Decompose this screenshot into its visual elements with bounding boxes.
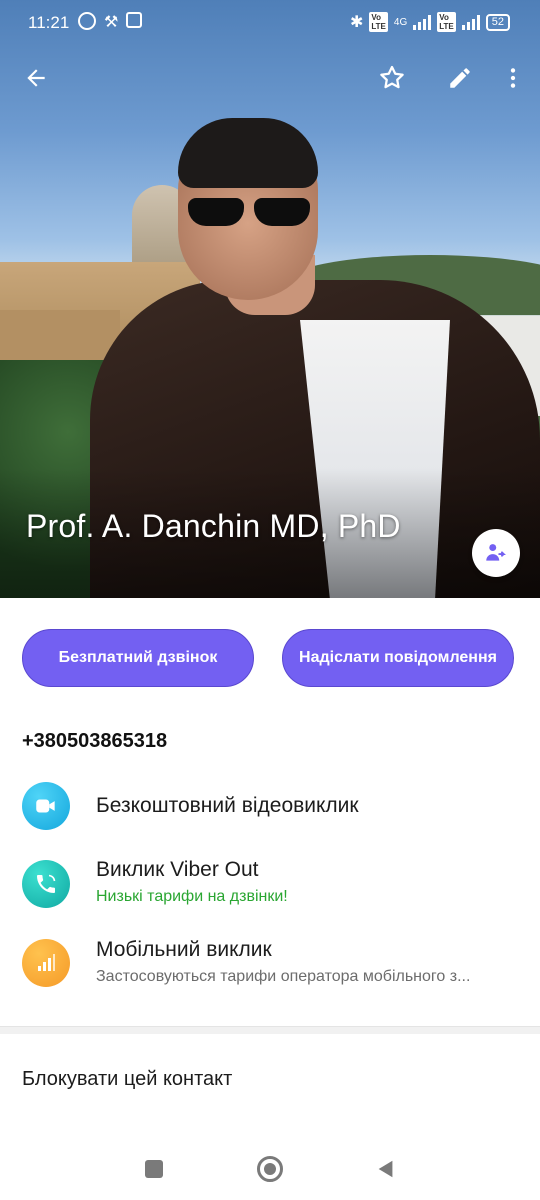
signal-icon — [413, 14, 432, 30]
phone-number[interactable]: +380503865318 — [22, 730, 167, 753]
share-contact-button[interactable] — [472, 529, 520, 577]
favorite-button[interactable] — [372, 58, 412, 98]
alarm-icon — [78, 12, 96, 30]
status-bar: 11:21 ⚒ ✱ Vo LTE 4G Vo LTE 52 — [0, 0, 540, 48]
upload-icon — [126, 12, 143, 28]
video-call-icon-circle — [22, 782, 70, 830]
video-call-title: Безкоштовний відеовиклик — [96, 794, 359, 817]
viber-out-subtitle: Низькі тарифи на дзвінки! — [96, 888, 288, 905]
status-time: 11:21 — [28, 13, 70, 32]
system-nav-bar — [0, 1134, 540, 1200]
bluetooth-icon: ✱ — [349, 14, 364, 31]
network-type: 4G — [393, 16, 408, 28]
video-camera-icon — [36, 799, 55, 813]
more-options-button[interactable] — [493, 58, 533, 98]
photo-person-hair — [178, 118, 318, 188]
mobile-call-option[interactable]: Мобільний виклик Застосовуються тарифи о… — [0, 936, 540, 1006]
phone-icon — [37, 874, 56, 893]
mobile-call-icon-circle — [22, 939, 70, 987]
battery-indicator: 52 — [485, 13, 510, 31]
recent-apps-button[interactable] — [139, 1154, 169, 1184]
back-button[interactable] — [16, 58, 56, 98]
square-icon — [145, 1160, 163, 1178]
viber-out-title: Виклик Viber Out — [96, 858, 259, 881]
mobile-call-subtitle: Застосовуються тарифи оператора мобільно… — [96, 968, 471, 985]
home-circle-icon — [257, 1156, 283, 1182]
contact-name: Prof. A. Danchin MD, PhD — [26, 508, 401, 544]
viber-out-icon-circle — [22, 860, 70, 908]
pencil-icon — [450, 68, 470, 88]
star-icon — [380, 65, 404, 89]
more-vertical-icon — [510, 68, 516, 88]
viber-out-option[interactable]: Виклик Viber Out Низькі тарифи на дзвінк… — [0, 856, 540, 926]
arrow-left-icon — [27, 69, 45, 87]
bird-icon: ⚒ — [104, 14, 119, 31]
triangle-back-icon — [378, 1160, 393, 1178]
section-divider — [0, 1026, 540, 1034]
home-button[interactable] — [255, 1154, 285, 1184]
status-left-icons: ⚒ — [78, 12, 143, 32]
volte-icon: Vo LTE — [369, 12, 388, 32]
nav-back-button[interactable] — [371, 1154, 401, 1184]
share-contact-icon — [486, 544, 506, 561]
photo-person-sunglasses — [188, 198, 310, 228]
volte-icon-2: Vo LTE — [437, 12, 456, 32]
mobile-call-title: Мобільний виклик — [96, 938, 272, 961]
video-call-option[interactable]: Безкоштовний відеовиклик — [0, 780, 540, 850]
block-contact-button[interactable]: Блокувати цей контакт — [22, 1068, 232, 1091]
signal-bars-icon — [38, 954, 55, 971]
signal-icon-2 — [461, 14, 480, 30]
send-message-button[interactable]: Надіслати повідомлення — [282, 629, 514, 687]
status-right-icons: ✱ Vo LTE 4G Vo LTE 52 — [350, 12, 510, 32]
edit-button[interactable] — [440, 58, 480, 98]
free-call-button[interactable]: Безплатний дзвінок — [22, 629, 254, 687]
